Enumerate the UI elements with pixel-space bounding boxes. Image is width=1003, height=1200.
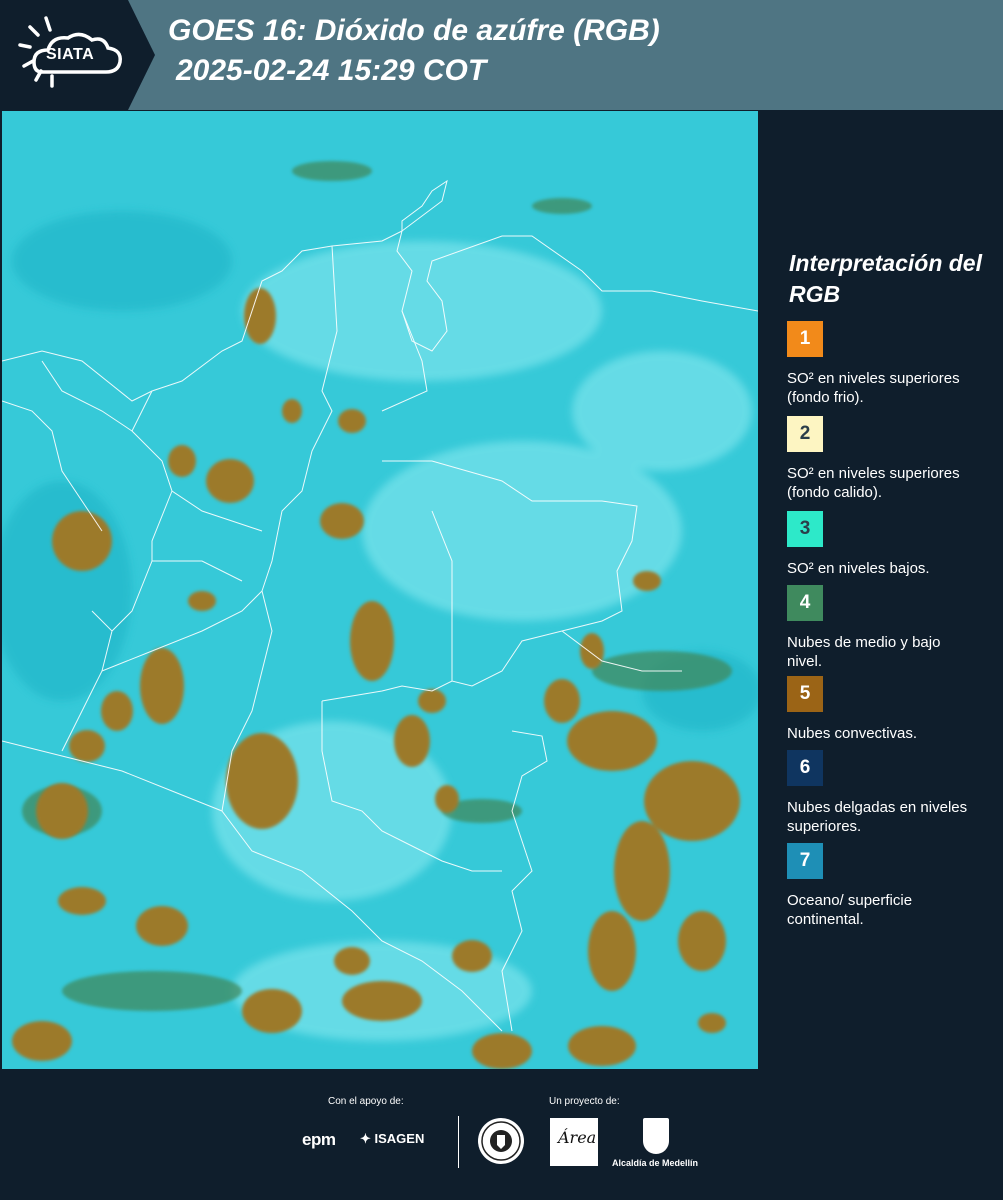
legend-label: Nubes convectivas. <box>787 725 918 742</box>
legend-swatch: 5 <box>787 676 823 712</box>
siata-logo-text: SIATA <box>46 46 95 63</box>
legend-panel: Interpretación del RGB 1 SO² en niveles … <box>760 110 1003 1070</box>
support-label: Con el apoyo de: <box>328 1096 404 1107</box>
siata-logo: SIATA <box>0 0 155 110</box>
satellite-map <box>2 111 758 1069</box>
legend-label: SO² en niveles superiores (fondo calido)… <box>787 465 960 501</box>
epm-logo: epm <box>302 1130 336 1149</box>
page-timestamp: 2025-02-24 15:29 COT <box>176 54 487 87</box>
legend-label: Nubes delgadas en niveles superiores. <box>787 799 968 835</box>
isagen-logo-text: ISAGEN <box>374 1131 425 1146</box>
legend-label: SO² en niveles superiores (fondo frio). <box>787 370 960 406</box>
footer-divider <box>458 1116 459 1168</box>
legend-label: SO² en niveles bajos. <box>787 560 930 577</box>
area-metropolitana-logo: Área <box>550 1118 598 1166</box>
legend-swatch: 4 <box>787 585 823 621</box>
page-title: GOES 16: Dióxido de azúfre (RGB) <box>168 14 660 47</box>
legend-item-5: 5 Nubes convectivas. <box>787 676 997 743</box>
area-logo-text: Área <box>558 1128 597 1147</box>
legend-item-7: 7 Oceano/ superficie continental. <box>787 843 997 929</box>
legend-swatch: 6 <box>787 750 823 786</box>
legend-label: Oceano/ superficie continental. <box>787 892 913 928</box>
alcaldia-shield-icon <box>643 1118 669 1154</box>
legend-swatch: 1 <box>787 321 823 357</box>
legend-label: Nubes de medio y bajo nivel. <box>787 634 941 670</box>
medellin-seal-icon <box>478 1118 524 1164</box>
legend-swatch: 2 <box>787 416 823 452</box>
legend-item-1: 1 SO² en niveles superiores (fondo frio)… <box>787 321 997 407</box>
alcaldia-label: Alcaldía de Medellín <box>612 1158 699 1168</box>
legend-item-6: 6 Nubes delgadas en niveles superiores. <box>787 750 997 836</box>
legend-item-3: 3 SO² en niveles bajos. <box>787 511 997 578</box>
legend-title: Interpretación del RGB <box>789 250 982 307</box>
header-bar: SIATA GOES 16: Dióxido de azúfre (RGB) 2… <box>0 0 1003 110</box>
legend-item-4: 4 Nubes de medio y bajo nivel. <box>787 585 997 671</box>
legend-swatch: 3 <box>787 511 823 547</box>
footer: Con el apoyo de: Un proyecto de: epm ✦ I… <box>0 1070 1003 1200</box>
isagen-logo: ✦ ISAGEN <box>360 1131 425 1146</box>
legend-item-2: 2 SO² en niveles superiores (fondo calid… <box>787 416 997 502</box>
legend-swatch: 7 <box>787 843 823 879</box>
project-label: Un proyecto de: <box>549 1096 620 1107</box>
